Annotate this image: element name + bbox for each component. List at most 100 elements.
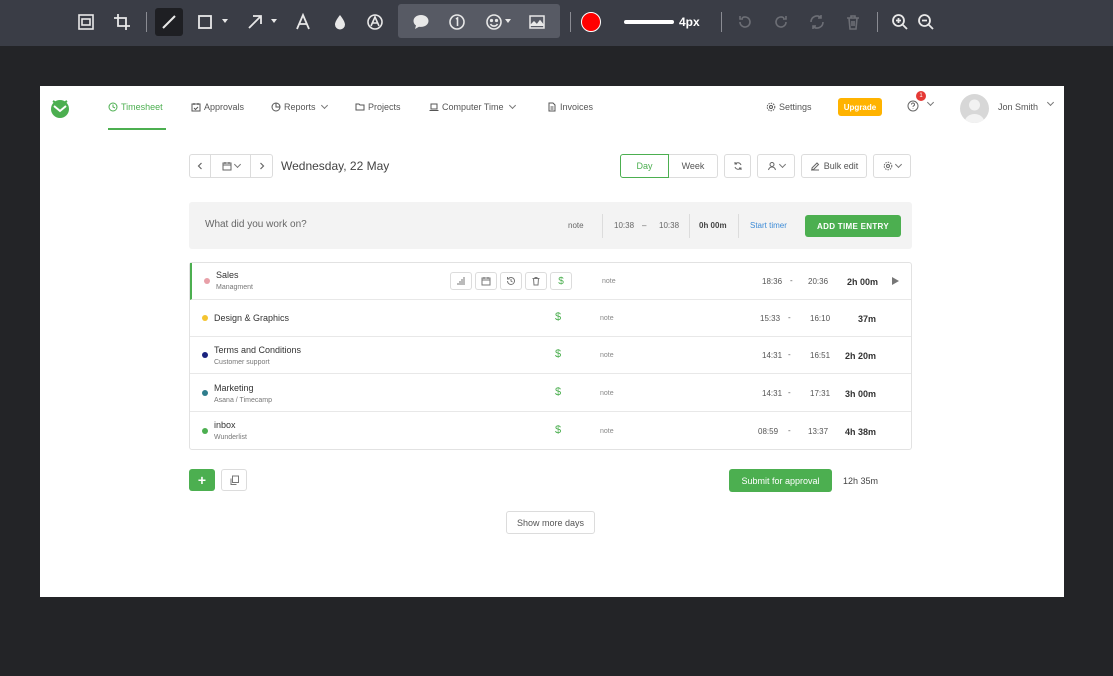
- speech-bubble-icon[interactable]: [407, 8, 435, 36]
- user-filter-button[interactable]: [757, 154, 795, 178]
- billable-icon[interactable]: $: [555, 424, 561, 436]
- start-time-input[interactable]: 10:38: [614, 221, 634, 230]
- nav-item-timesheet[interactable]: Timesheet: [108, 102, 163, 112]
- table-row[interactable]: Sales Managment $ note 18:36 - 20:36 2h …: [190, 263, 911, 300]
- view-settings-button[interactable]: [873, 154, 911, 178]
- start-timer-link[interactable]: Start timer: [750, 221, 787, 230]
- entry-title[interactable]: Sales: [216, 270, 239, 280]
- avatar[interactable]: [960, 94, 989, 123]
- history-button[interactable]: [500, 272, 522, 290]
- entry-note[interactable]: note: [602, 278, 616, 285]
- entry-start[interactable]: 08:59: [758, 427, 778, 436]
- upgrade-button[interactable]: Upgrade: [838, 98, 882, 116]
- submit-for-approval-button[interactable]: Submit for approval: [729, 469, 832, 492]
- arrow-dropdown-caret[interactable]: [271, 19, 277, 23]
- entry-note[interactable]: note: [600, 352, 614, 359]
- delete-button[interactable]: [525, 272, 547, 290]
- table-row[interactable]: inbox Wunderlist $ note 08:59 - 13:37 4h…: [190, 412, 911, 449]
- user-name[interactable]: Jon Smith: [998, 102, 1038, 112]
- emoji-icon[interactable]: [480, 8, 508, 36]
- entry-duration[interactable]: 37m: [830, 314, 876, 324]
- billable-button[interactable]: $: [550, 272, 572, 290]
- duplicate-button[interactable]: [221, 469, 247, 491]
- show-more-days-button[interactable]: Show more days: [506, 511, 595, 534]
- next-day-button[interactable]: [250, 154, 273, 178]
- nav-item-computer-time[interactable]: Computer Time: [429, 101, 516, 112]
- nav-item-reports[interactable]: Reports: [271, 101, 328, 112]
- calendar-button[interactable]: [475, 272, 497, 290]
- entry-duration[interactable]: 3h 00m: [830, 389, 876, 399]
- stroke-width-label[interactable]: 4px: [679, 15, 700, 29]
- billable-icon[interactable]: $: [555, 311, 561, 323]
- bulk-edit-button[interactable]: Bulk edit: [801, 154, 867, 178]
- billable-icon[interactable]: $: [555, 386, 561, 398]
- view-week-button[interactable]: Week: [669, 154, 718, 178]
- entry-title[interactable]: Marketing: [214, 383, 254, 393]
- entry-end[interactable]: 20:36: [808, 277, 828, 286]
- entry-start[interactable]: 15:33: [760, 314, 780, 323]
- entry-note[interactable]: note: [600, 428, 614, 435]
- highlight-icon[interactable]: [361, 8, 389, 36]
- entry-note[interactable]: note: [600, 315, 614, 322]
- entry-duration[interactable]: 2h 20m: [830, 351, 876, 361]
- redo-icon[interactable]: [767, 8, 795, 36]
- rectangle-icon[interactable]: [191, 8, 219, 36]
- stats-button[interactable]: [450, 272, 472, 290]
- entry-start[interactable]: 14:31: [762, 351, 782, 360]
- entry-start[interactable]: 18:36: [762, 277, 782, 286]
- nav-item-invoices[interactable]: Invoices: [547, 102, 593, 112]
- entry-title[interactable]: Terms and Conditions: [214, 345, 301, 355]
- arrow-icon[interactable]: [241, 8, 269, 36]
- table-row[interactable]: Design & Graphics $ note 15:33 - 16:10 3…: [190, 300, 911, 337]
- add-row-button[interactable]: +: [189, 469, 215, 491]
- undo-icon[interactable]: [731, 8, 759, 36]
- end-time-input[interactable]: 10:38: [659, 221, 679, 230]
- crop-icon[interactable]: [108, 8, 136, 36]
- date-picker-button[interactable]: [210, 154, 251, 178]
- settings-link[interactable]: Settings: [766, 102, 812, 112]
- entry-end[interactable]: 16:51: [810, 351, 830, 360]
- zoom-out-icon[interactable]: [912, 8, 940, 36]
- trash-icon[interactable]: [839, 8, 867, 36]
- view-day-button[interactable]: Day: [620, 154, 669, 178]
- timecamp-logo-icon[interactable]: [49, 97, 71, 119]
- blur-drop-icon[interactable]: [326, 8, 354, 36]
- color-picker-swatch[interactable]: [581, 12, 601, 32]
- nav-item-approvals[interactable]: Approvals: [191, 102, 244, 112]
- fit-screen-icon[interactable]: [72, 8, 100, 36]
- nav-item-projects[interactable]: Projects: [355, 102, 401, 112]
- note-input[interactable]: note: [568, 221, 584, 230]
- entry-duration[interactable]: 4h 38m: [830, 427, 876, 437]
- table-row[interactable]: Marketing Asana / Timecamp $ note 14:31 …: [190, 375, 911, 412]
- billable-icon[interactable]: $: [555, 348, 561, 360]
- duration-input[interactable]: 0h 00m: [699, 221, 727, 230]
- image-icon[interactable]: [523, 8, 551, 36]
- gear-icon: [883, 161, 893, 171]
- entry-end[interactable]: 17:31: [810, 389, 830, 398]
- sync-button[interactable]: [724, 154, 751, 178]
- chevron-down-icon[interactable]: [1046, 98, 1055, 107]
- add-time-entry-button[interactable]: ADD TIME ENTRY: [805, 215, 901, 237]
- chevron-down-icon[interactable]: [926, 98, 935, 107]
- stroke-width-preview[interactable]: [624, 20, 674, 24]
- reset-icon[interactable]: [803, 8, 831, 36]
- entry-start[interactable]: 14:31: [762, 389, 782, 398]
- emoji-dropdown-caret[interactable]: [505, 19, 511, 23]
- pen-icon[interactable]: [155, 8, 183, 36]
- entry-title[interactable]: inbox: [214, 420, 236, 430]
- time-dash: -: [788, 426, 791, 435]
- prev-day-button[interactable]: [189, 154, 211, 178]
- entry-end[interactable]: 13:37: [808, 427, 828, 436]
- help-icon[interactable]: [907, 100, 919, 112]
- entry-title[interactable]: Design & Graphics: [214, 313, 289, 323]
- table-row[interactable]: Terms and Conditions Customer support $ …: [190, 337, 911, 374]
- text-icon[interactable]: [289, 8, 317, 36]
- play-icon[interactable]: [892, 277, 899, 285]
- entry-duration[interactable]: 2h 00m: [832, 277, 878, 287]
- step-number-icon[interactable]: [443, 8, 471, 36]
- zoom-in-icon[interactable]: [886, 8, 914, 36]
- rectangle-dropdown-caret[interactable]: [222, 19, 228, 23]
- entry-note[interactable]: note: [600, 390, 614, 397]
- entry-end[interactable]: 16:10: [810, 314, 830, 323]
- task-input[interactable]: What did you work on?: [205, 219, 307, 230]
